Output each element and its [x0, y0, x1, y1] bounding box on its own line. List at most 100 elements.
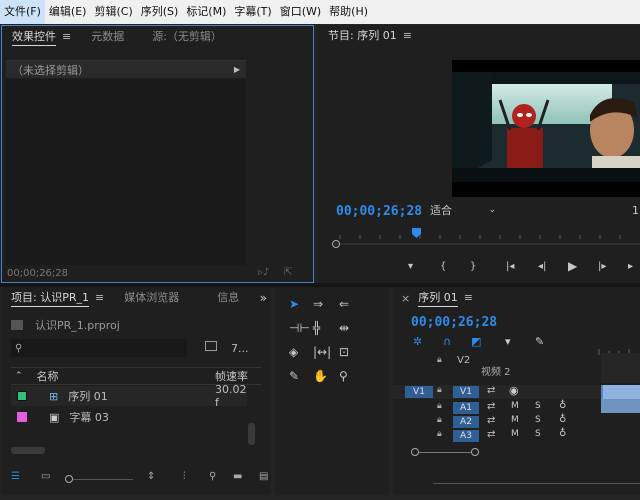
- mark-in-icon[interactable]: {: [440, 261, 446, 272]
- export-frame-icon[interactable]: ▹♪: [258, 267, 269, 278]
- track-label-a2[interactable]: A2: [453, 416, 479, 428]
- menu-clip[interactable]: 剪辑(C): [90, 0, 136, 24]
- program-video-frame[interactable]: [452, 60, 640, 197]
- rate-stretch-tool-icon[interactable]: ⇹: [339, 321, 349, 335]
- tab-sequence[interactable]: 序列 01 ≡: [410, 287, 483, 309]
- mute-button[interactable]: M: [511, 401, 519, 411]
- column-framerate[interactable]: 帧速率: [215, 368, 248, 384]
- panel-menu-icon[interactable]: ≡: [464, 291, 473, 304]
- tab-media-browser[interactable]: 媒体浏览器: [114, 287, 189, 309]
- panel-menu-icon[interactable]: ≡: [95, 291, 104, 304]
- lock-icon[interactable]: 🔒︎: [437, 355, 442, 365]
- lock-icon[interactable]: 🔒︎: [437, 415, 442, 425]
- new-item-icon[interactable]: ▤: [259, 471, 268, 482]
- track-select-back-icon[interactable]: ⇐: [339, 297, 349, 311]
- sync-icon[interactable]: ⇄: [487, 401, 495, 412]
- scroll-handle-right[interactable]: [471, 448, 479, 456]
- icon-view-icon[interactable]: ▭: [41, 471, 50, 482]
- sort-up-icon[interactable]: ⌃: [15, 371, 23, 381]
- automate-icon[interactable]: ⫶: [183, 471, 186, 482]
- resolution-label[interactable]: 1: [632, 204, 639, 217]
- zoom-slider-track[interactable]: [73, 479, 133, 480]
- timeline-timecode[interactable]: 00;00;26;28: [411, 315, 497, 330]
- timeline-ruler[interactable]: [597, 345, 640, 355]
- go-to-in-icon[interactable]: |◂: [506, 261, 514, 272]
- slide-tool-icon[interactable]: ⊡: [339, 345, 349, 359]
- program-time-ruler[interactable]: [330, 225, 640, 249]
- timeline-zoom-scrollbar[interactable]: [411, 447, 481, 457]
- track-label-a3[interactable]: A3: [453, 430, 479, 442]
- solo-button[interactable]: S: [535, 401, 541, 411]
- program-timecode[interactable]: 00;00;26;28: [336, 204, 422, 219]
- rolling-edit-tool-icon[interactable]: ╬: [313, 321, 320, 335]
- zoom-scroll-handle[interactable]: [332, 240, 340, 248]
- pen-tool-icon[interactable]: ✎: [289, 369, 299, 383]
- lock-icon[interactable]: 🔒︎: [437, 429, 442, 439]
- menu-file[interactable]: 文件(F): [0, 0, 45, 24]
- add-marker-icon[interactable]: ▾: [408, 261, 413, 272]
- sync-icon[interactable]: ⇄: [487, 415, 495, 426]
- step-back-icon[interactable]: ◂|: [538, 261, 546, 272]
- lock-icon[interactable]: 🔒︎: [437, 385, 442, 395]
- list-item[interactable]: ▣ 字幕 03: [11, 407, 247, 427]
- track-label-a1[interactable]: A1: [453, 402, 479, 414]
- menu-window[interactable]: 窗口(W): [276, 0, 325, 24]
- vertical-scrollbar[interactable]: [248, 423, 255, 445]
- microphone-icon[interactable]: ♁: [559, 428, 566, 439]
- tab-source[interactable]: 源:（无剪辑）: [142, 26, 232, 48]
- solo-button[interactable]: S: [535, 415, 541, 425]
- nest-icon[interactable]: ✲: [413, 335, 422, 348]
- menu-title[interactable]: 字幕(T): [230, 0, 275, 24]
- add-marker-icon[interactable]: ▾: [505, 335, 511, 348]
- panel-menu-icon[interactable]: ≡: [403, 29, 412, 42]
- share-icon[interactable]: ⇱: [284, 267, 292, 278]
- list-item[interactable]: ⊞ 序列 01 30.02 f: [11, 383, 247, 409]
- tab-metadata[interactable]: 元数据: [81, 26, 134, 48]
- fit-dropdown[interactable]: 适合 ⌄: [424, 202, 502, 218]
- expand-icon[interactable]: »: [260, 291, 267, 305]
- video-clip[interactable]: [601, 385, 640, 399]
- mute-button[interactable]: M: [511, 415, 519, 425]
- linked-selection-icon[interactable]: ◩: [471, 335, 481, 348]
- solo-button[interactable]: S: [535, 429, 541, 439]
- horizontal-scrollbar[interactable]: [11, 447, 45, 454]
- track-v2-lane[interactable]: [601, 353, 640, 383]
- zoom-slider-handle[interactable]: [65, 475, 73, 483]
- column-name[interactable]: 名称: [37, 368, 59, 384]
- menu-marker[interactable]: 标记(M): [182, 0, 230, 24]
- scroll-bar-track[interactable]: [419, 452, 471, 453]
- snap-icon[interactable]: ∩: [443, 335, 451, 348]
- sync-icon[interactable]: ⇄: [487, 385, 495, 396]
- settings-wrench-icon[interactable]: ✎: [535, 335, 544, 348]
- sort-icon[interactable]: ⇕: [147, 471, 155, 482]
- clip-selector[interactable]: （未选择剪辑） ▶: [6, 60, 246, 78]
- scroll-handle-left[interactable]: [411, 448, 419, 456]
- panel-menu-icon[interactable]: ≡: [62, 30, 71, 43]
- track-label-v2[interactable]: V2: [457, 355, 470, 366]
- zoom-tool-icon[interactable]: ⚲: [339, 369, 348, 383]
- eye-icon[interactable]: ◉: [509, 384, 519, 397]
- menu-sequence[interactable]: 序列(S): [137, 0, 183, 24]
- hand-tool-icon[interactable]: ✋: [313, 369, 328, 383]
- list-view-icon[interactable]: ☰: [11, 471, 20, 482]
- selection-tool-icon[interactable]: ➤: [289, 297, 299, 311]
- microphone-icon[interactable]: ♁: [559, 414, 566, 425]
- source-patch-v1[interactable]: V1: [405, 386, 433, 398]
- step-forward-icon[interactable]: |▸: [598, 261, 606, 272]
- ripple-edit-tool-icon[interactable]: ⊣⊢: [289, 321, 310, 335]
- tab-project[interactable]: 项目: 认识PR_1 ≡: [1, 287, 114, 309]
- go-to-out-icon[interactable]: ▸: [628, 261, 633, 272]
- new-bin-icon[interactable]: [205, 341, 217, 351]
- close-icon[interactable]: ×: [401, 292, 410, 305]
- mute-button[interactable]: M: [511, 429, 519, 439]
- razor-tool-icon[interactable]: ◈: [289, 345, 298, 359]
- track-select-tool-icon[interactable]: ⇒: [313, 297, 323, 311]
- menu-help[interactable]: 帮助(H): [325, 0, 372, 24]
- project-search-input[interactable]: ⚲: [11, 339, 187, 357]
- new-bin-bottom-icon[interactable]: ▬: [233, 471, 242, 482]
- microphone-icon[interactable]: ♁: [559, 400, 566, 411]
- mark-out-icon[interactable]: }: [470, 261, 476, 272]
- play-icon[interactable]: ▶: [568, 259, 577, 273]
- lock-icon[interactable]: 🔒︎: [437, 401, 442, 411]
- menu-edit[interactable]: 编辑(E): [45, 0, 91, 24]
